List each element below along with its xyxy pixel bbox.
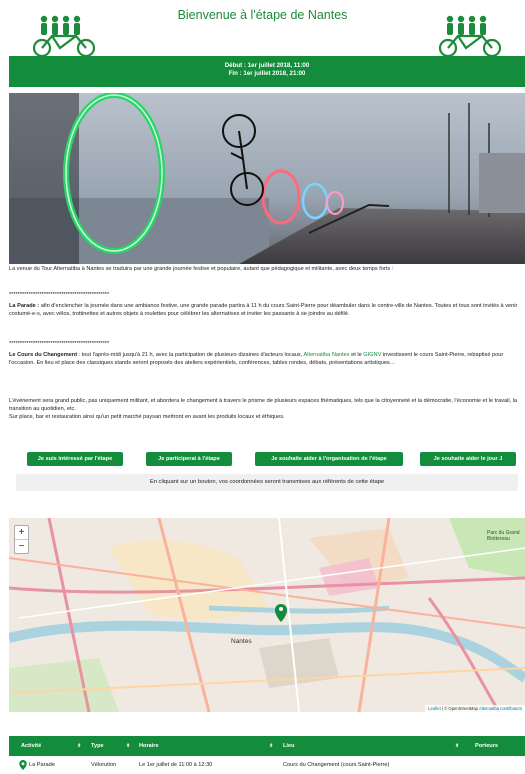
page-header: Bienvenue à l'étape de Nantes (0, 0, 525, 58)
parade-label: La Parade : (9, 303, 40, 309)
outro-text-1: L'événement sera grand public, pas uniqu… (9, 398, 518, 412)
cell-lieu: Cours du Changement (cours Saint-Pierre) (283, 762, 390, 768)
map-city-label: Nantes (231, 638, 252, 645)
column-activite[interactable]: Activité (21, 736, 41, 756)
column-horaire[interactable]: Horaire (139, 736, 159, 756)
separator: ****************************************… (9, 292, 110, 298)
sort-icon[interactable]: ⬍ (455, 736, 459, 756)
intro-text: La venue du Tour Alternatiba à Nantes se… (9, 266, 394, 272)
hero-photo (9, 93, 525, 264)
start-date: Début : 1er juillet 2018, 11:00 (224, 62, 310, 69)
parade-paragraph: La Parade : afin d'enclencher la journée… (9, 303, 521, 319)
alternatiba-nantes-link[interactable]: Alternatiba Nantes (304, 352, 350, 358)
alternatiba-contributors-link[interactable]: Alternatiba contributors (479, 706, 522, 711)
sort-icon[interactable]: ⬍ (77, 736, 81, 756)
help-organisation-button[interactable]: Je souhaite aider à l'organisation de l'… (255, 452, 403, 466)
activities-table-header: Activité ⬍ Type ⬍ Horaire ⬍ Lieu ⬍ Porte… (9, 736, 525, 756)
tandem-bike-logo-icon (438, 15, 502, 58)
cell-activite[interactable]: La Parade (29, 756, 55, 774)
participate-button[interactable]: Je participerai à l'étape (146, 452, 232, 466)
interested-button[interactable]: Je suis intéressé par l'étape (27, 452, 123, 466)
separator: ****************************************… (9, 341, 110, 347)
map-tiles[interactable] (9, 518, 525, 712)
leaflet-link[interactable]: Leaflet (428, 706, 441, 711)
contact-notice: En cliquant sur un bouton, vos coordonné… (16, 474, 518, 491)
map-attribution: Leaflet | © OpenStreetMap Alternatiba co… (425, 705, 525, 712)
map-zoom-control: + − (14, 525, 29, 554)
cours-text-1: : tout l'après-midi jusqu'à 21 h, avec l… (78, 352, 303, 358)
help-day-button[interactable]: Je souhaite aider le jour J (420, 452, 516, 466)
column-lieu[interactable]: Lieu (283, 736, 295, 756)
outro-paragraph: L'événement sera grand public, pas uniqu… (9, 398, 521, 421)
cell-horaire: Le 1er juillet de 11:00 à 12:30 (139, 762, 213, 768)
cours-paragraph: Le Cours du Changement : tout l'après-mi… (9, 352, 521, 368)
sort-icon[interactable]: ⬍ (269, 736, 273, 756)
cours-label: Le Cours du Changement (9, 352, 78, 358)
date-banner: Début : 1er juillet 2018, 11:00 Fin : 1e… (9, 56, 525, 87)
sort-icon[interactable]: ⬍ (126, 736, 130, 756)
osm-attribution: © OpenStreetMap (444, 706, 478, 711)
gignv-link[interactable]: GIGNV (363, 352, 381, 358)
parade-text: afin d'enclencher la journée dans une am… (9, 303, 518, 317)
cell-type: Vélorution (91, 762, 117, 768)
cours-text-2: et le (351, 352, 362, 358)
table-row[interactable]: La Parade Vélorution Le 1er juillet de 1… (9, 756, 525, 774)
map[interactable]: Nantes Parc du Grand Blottereau + − Leaf… (9, 518, 525, 712)
column-type[interactable]: Type (91, 736, 104, 756)
outro-text-2: Sur place, bar et restauration ainsi qu'… (9, 413, 285, 420)
attribution-separator: | (441, 706, 444, 711)
column-porteurs[interactable]: Porteurs (475, 736, 498, 756)
location-marker-icon (19, 760, 27, 770)
end-date: Fin : 1er juillet 2018, 21:00 (228, 70, 306, 77)
zoom-in-button[interactable]: + (15, 526, 28, 540)
zoom-out-button[interactable]: − (15, 540, 28, 553)
map-park-label: Parc du Grand Blottereau (487, 530, 520, 542)
